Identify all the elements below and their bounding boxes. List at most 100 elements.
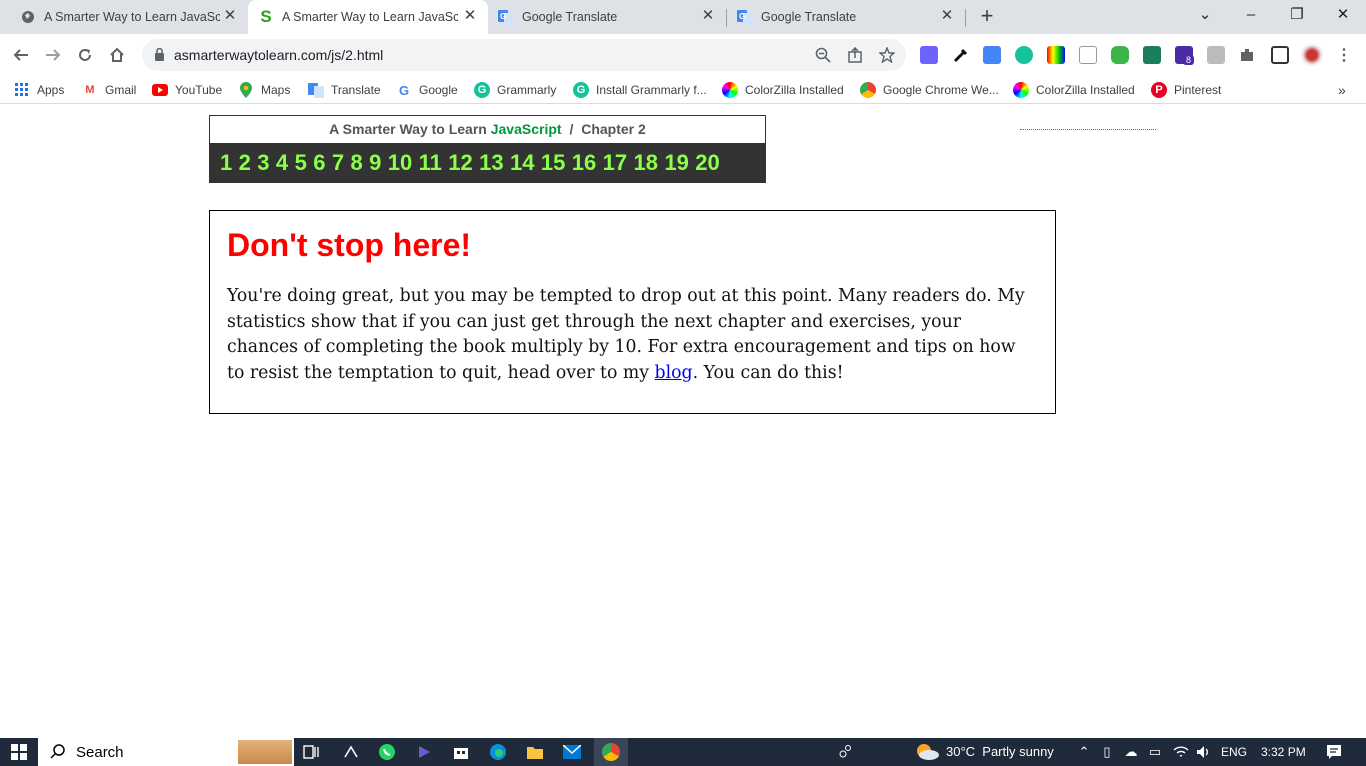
tab-1[interactable]: A Smarter Way to Learn JavaScrip ✕ <box>0 0 248 34</box>
chrome-taskbar-button[interactable] <box>594 738 628 766</box>
chapter-link-17[interactable]: 17 <box>603 150 627 176</box>
eyedropper-icon[interactable] <box>952 46 970 64</box>
bookmark-label: Install Grammarly f... <box>596 83 707 97</box>
close-tab-icon[interactable]: ✕ <box>939 8 955 24</box>
share-icon[interactable] <box>846 46 864 64</box>
screenshot-ext-icon[interactable] <box>1207 46 1225 64</box>
restore-icon[interactable]: ❐ <box>1274 0 1320 30</box>
bookmark-colorzilla-2[interactable]: ColorZilla Installed <box>1013 81 1135 99</box>
tab-2-active[interactable]: S A Smarter Way to Learn JavaScrip ✕ <box>248 0 488 34</box>
mail-icon[interactable] <box>563 743 581 761</box>
store-icon[interactable] <box>452 743 470 761</box>
wifi-icon[interactable] <box>1172 743 1190 761</box>
extensions-puzzle-icon[interactable] <box>1238 46 1256 64</box>
chapter-link-11[interactable]: 11 <box>419 150 442 176</box>
people-icon[interactable] <box>836 743 854 761</box>
chapter-link-3[interactable]: 3 <box>257 150 269 176</box>
bookmark-colorzilla[interactable]: ColorZilla Installed <box>722 81 844 99</box>
side-panel-icon[interactable] <box>1271 46 1289 64</box>
back-icon[interactable] <box>8 42 34 68</box>
bookmark-google[interactable]: G Google <box>396 81 458 99</box>
chapter-link-1[interactable]: 1 <box>220 150 232 176</box>
bookmark-label: Translate <box>331 83 381 97</box>
minimize-icon[interactable]: – <box>1228 0 1274 30</box>
chapter-link-14[interactable]: 14 <box>510 150 534 176</box>
bookmark-apps[interactable]: Apps <box>14 81 64 99</box>
reload-icon[interactable] <box>72 42 98 68</box>
task-view-icon[interactable] <box>302 743 320 761</box>
lock-icon[interactable] <box>154 47 165 66</box>
chapter-link-12[interactable]: 12 <box>448 150 472 176</box>
bookmark-gmail[interactable]: M Gmail <box>82 81 136 99</box>
chapter-link-7[interactable]: 7 <box>332 150 344 176</box>
bookmark-label: Google <box>419 83 458 97</box>
bookmark-pinterest[interactable]: P Pinterest <box>1151 81 1221 99</box>
whatsapp-icon[interactable] <box>378 743 396 761</box>
bookmarks-overflow-icon[interactable]: » <box>1338 81 1346 99</box>
tab-search-icon[interactable]: ⌄ <box>1182 0 1228 30</box>
bookmark-install-grammarly[interactable]: G Install Grammarly f... <box>573 81 707 99</box>
forward-icon[interactable] <box>40 42 66 68</box>
tab-3[interactable]: G Google Translate ✕ <box>488 0 726 34</box>
clock[interactable]: 3:32 PM <box>1261 745 1306 759</box>
battery-icon[interactable]: ▭ <box>1146 743 1164 761</box>
chapter-link-6[interactable]: 6 <box>313 150 325 176</box>
home-icon[interactable] <box>104 42 130 68</box>
close-window-icon[interactable]: ✕ <box>1320 0 1366 30</box>
blog-link[interactable]: blog <box>655 363 693 383</box>
close-tab-icon[interactable]: ✕ <box>700 8 716 24</box>
text-ext-icon[interactable] <box>1079 46 1097 64</box>
windows-start-icon[interactable] <box>10 743 28 761</box>
taskbar-search[interactable]: Search <box>38 738 294 766</box>
tab-4[interactable]: G Google Translate ✕ <box>727 0 965 34</box>
grammarly-ext-icon[interactable] <box>1015 46 1033 64</box>
tray-chevron-up-icon[interactable]: ⌃ <box>1075 743 1093 761</box>
chapter-link-9[interactable]: 9 <box>369 150 381 176</box>
menu-kebab-icon[interactable]: ⋮ <box>1336 45 1352 64</box>
bookmark-translate[interactable]: Translate <box>308 81 381 99</box>
address-bar[interactable]: asmarterwaytolearn.com/js/2.html <box>142 39 906 71</box>
chapter-link-2[interactable]: 2 <box>239 150 251 176</box>
graduation-ext-icon[interactable]: 8 <box>1175 46 1195 65</box>
tray-device-icon[interactable]: ▯ <box>1098 743 1116 761</box>
video-app-icon[interactable] <box>415 743 433 761</box>
chapter-link-10[interactable]: 10 <box>388 150 412 176</box>
search-label: Search <box>76 744 124 761</box>
chapter-link-18[interactable]: 18 <box>634 150 658 176</box>
chapter-link-19[interactable]: 19 <box>664 150 688 176</box>
chapter-link-4[interactable]: 4 <box>276 150 288 176</box>
camera-ext-icon[interactable] <box>1111 46 1129 64</box>
bookmark-label: YouTube <box>175 83 223 97</box>
zoom-icon[interactable] <box>814 46 832 64</box>
bookmark-youtube[interactable]: YouTube <box>152 81 222 99</box>
colorzilla-ext-icon[interactable] <box>1047 46 1065 64</box>
chapter-link-5[interactable]: 5 <box>295 150 307 176</box>
weather-text[interactable]: 30°C Partly sunny <box>946 744 1054 759</box>
bookmark-star-icon[interactable] <box>878 46 896 64</box>
language-indicator[interactable]: ENG <box>1221 745 1247 759</box>
edge-icon[interactable] <box>489 743 507 761</box>
notifications-icon[interactable] <box>1325 743 1343 761</box>
widgets-icon[interactable] <box>342 743 360 761</box>
translate-ext-icon[interactable] <box>983 46 1001 64</box>
bookmark-chrome-web-store[interactable]: Google Chrome We... <box>860 81 999 99</box>
colosseum-image-icon <box>238 740 292 764</box>
chapter-link-8[interactable]: 8 <box>350 150 362 176</box>
weather-partly-sunny-icon[interactable] <box>914 743 940 761</box>
onedrive-cloud-icon[interactable]: ☁ <box>1122 743 1140 761</box>
close-tab-icon[interactable]: ✕ <box>462 8 478 24</box>
bookmark-grammarly[interactable]: G Grammarly <box>474 81 556 99</box>
chapter-link-20[interactable]: 20 <box>695 150 719 176</box>
close-tab-icon[interactable]: ✕ <box>222 8 238 24</box>
extension-d-icon[interactable] <box>920 46 938 64</box>
pen-ext-icon[interactable] <box>1143 46 1161 64</box>
chapter-link-16[interactable]: 16 <box>572 150 596 176</box>
file-explorer-icon[interactable] <box>526 743 544 761</box>
volume-icon[interactable] <box>1195 743 1213 761</box>
book-title-js: JavaScript <box>490 121 562 137</box>
avatar[interactable] <box>1301 44 1323 66</box>
bookmark-maps[interactable]: Maps <box>238 81 290 99</box>
chapter-link-15[interactable]: 15 <box>541 150 565 176</box>
new-tab-icon[interactable]: + <box>976 5 998 27</box>
chapter-link-13[interactable]: 13 <box>479 150 503 176</box>
